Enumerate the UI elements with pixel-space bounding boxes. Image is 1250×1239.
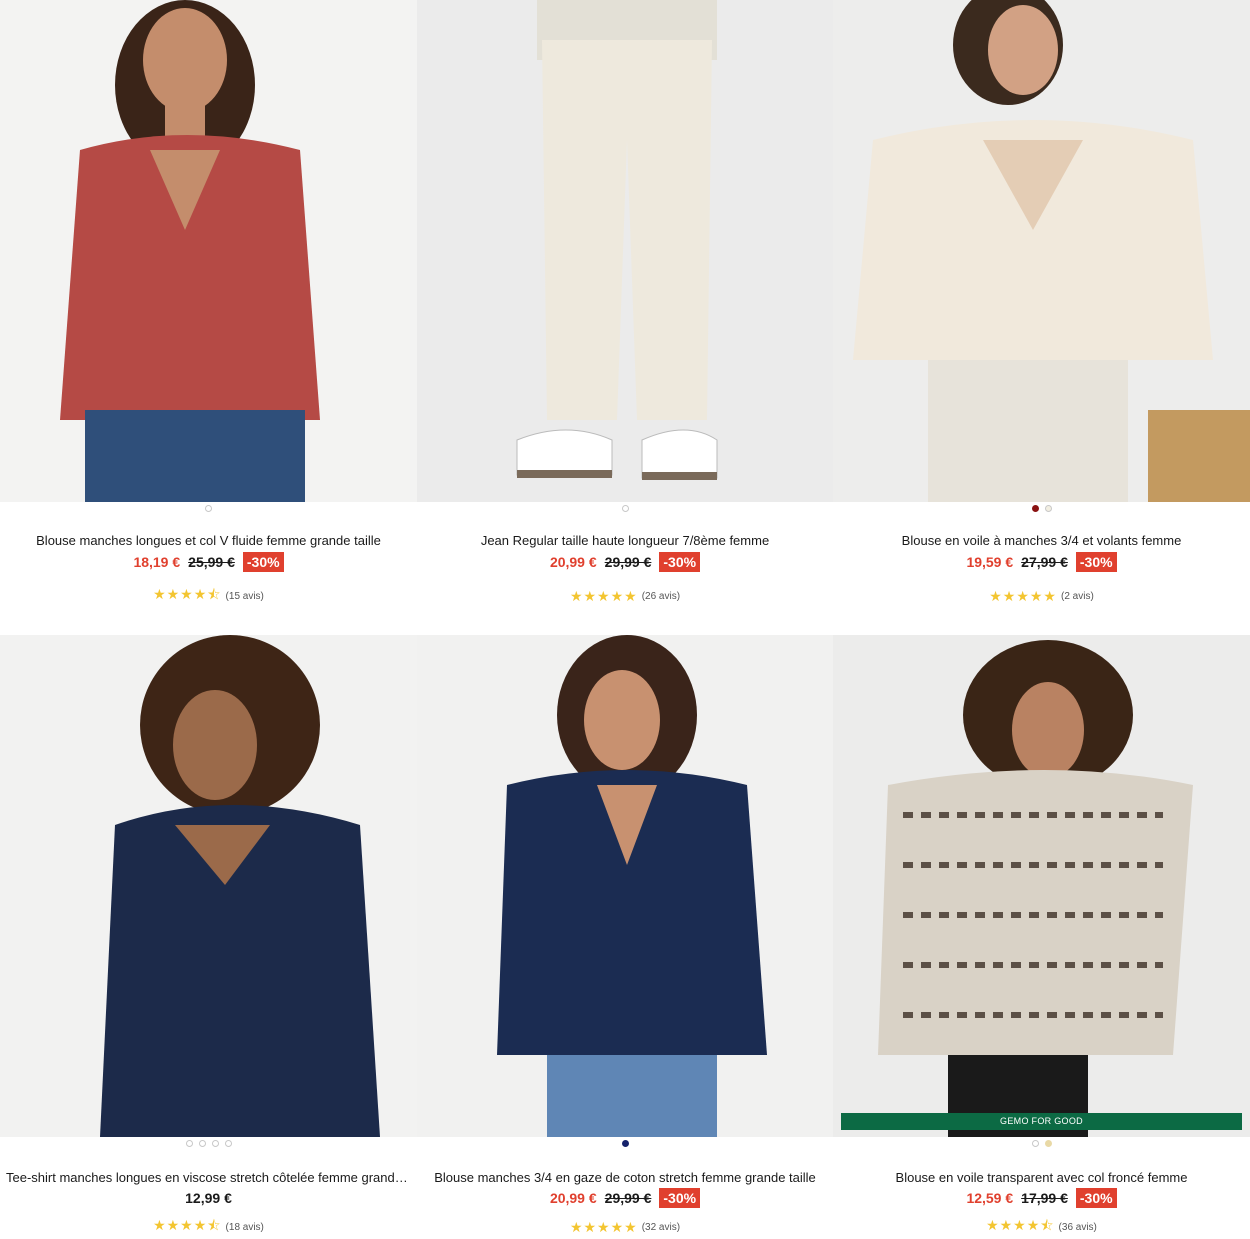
price-block: 19,59 € 27,99 € -30%: [833, 552, 1250, 572]
discount-badge: -30%: [659, 1188, 701, 1208]
color-swatches: [417, 505, 833, 513]
color-swatches: [833, 1140, 1250, 1148]
product-title[interactable]: Blouse manches longues et col V fluide f…: [6, 533, 411, 548]
sale-price: 12,59 €: [966, 1190, 1014, 1206]
review-count: (2 avis): [1060, 590, 1094, 602]
review-count: (36 avis): [1058, 1221, 1097, 1233]
sale-price: 19,59 €: [966, 554, 1014, 570]
color-swatch[interactable]: [198, 1140, 206, 1147]
discount-badge: -30%: [659, 552, 701, 572]
product-card[interactable]: GEMO FOR GOOD Blouse en voile transparen…: [833, 635, 1250, 1239]
product-card[interactable]: Blouse manches 3/4 en gaze de coton stre…: [417, 635, 833, 1239]
discount-badge: -30%: [242, 552, 284, 572]
star-rating-icon: ★★★★★: [569, 1218, 638, 1235]
price-block: 20,99 € 29,99 € -30%: [417, 552, 833, 572]
rating[interactable]: ★★★★★ (2 avis): [833, 588, 1250, 604]
color-swatch[interactable]: [621, 1140, 629, 1147]
product-image[interactable]: GEMO FOR GOOD: [833, 635, 1250, 1137]
rating[interactable]: ★★★★⯪ (15 avis): [0, 586, 417, 604]
review-count: (18 avis): [225, 1221, 264, 1233]
price-block: 12,99 €: [0, 1188, 417, 1208]
product-image[interactable]: [0, 0, 417, 502]
sale-price: 20,99 €: [549, 1190, 597, 1206]
color-swatch[interactable]: [205, 505, 212, 512]
star-rating-icon: ★★★★⯪: [986, 1217, 1055, 1233]
original-price: 29,99 €: [604, 554, 652, 570]
price-block: 18,19 € 25,99 € -30%: [0, 552, 417, 572]
price-block: 20,99 € 29,99 € -30%: [417, 1188, 833, 1208]
original-price: 25,99 €: [188, 554, 235, 570]
original-price: 17,99 €: [1021, 1190, 1068, 1206]
discount-badge: -30%: [1075, 552, 1117, 572]
product-image[interactable]: [833, 0, 1250, 502]
star-rating-icon: ★★★★⯪: [153, 586, 222, 602]
color-swatches: [0, 505, 417, 513]
product-title[interactable]: Blouse en voile à manches 3/4 et volants…: [839, 533, 1244, 548]
review-count: (26 avis): [641, 590, 681, 602]
star-rating-icon: ★★★★★: [569, 587, 638, 604]
product-card[interactable]: Jean Regular taille haute longueur 7/8èm…: [417, 0, 833, 635]
rating[interactable]: ★★★★★ (32 avis): [417, 1219, 833, 1235]
review-count: (15 avis): [225, 590, 264, 602]
price: 12,99 €: [185, 1190, 232, 1206]
color-swatch[interactable]: [1031, 505, 1039, 512]
product-image[interactable]: [0, 635, 417, 1137]
product-title[interactable]: Blouse manches 3/4 en gaze de coton stre…: [423, 1170, 827, 1185]
product-title[interactable]: Tee-shirt manches longues en viscose str…: [6, 1170, 411, 1185]
color-swatch[interactable]: [224, 1140, 232, 1147]
review-count: (32 avis): [641, 1221, 681, 1233]
price-block: 12,59 € 17,99 € -30%: [833, 1188, 1250, 1208]
product-title[interactable]: Jean Regular taille haute longueur 7/8èm…: [423, 533, 827, 548]
rating[interactable]: ★★★★⯪ (18 avis): [0, 1217, 417, 1235]
color-swatches: [417, 1140, 833, 1148]
star-rating-icon: ★★★★★: [989, 587, 1057, 604]
discount-badge: -30%: [1075, 1188, 1117, 1208]
color-swatch[interactable]: [1031, 1140, 1039, 1147]
original-price: 27,99 €: [1021, 554, 1068, 570]
color-swatch[interactable]: [621, 505, 629, 512]
product-image[interactable]: [417, 635, 833, 1137]
color-swatch[interactable]: [211, 1140, 219, 1147]
product-card[interactable]: Blouse manches longues et col V fluide f…: [0, 0, 417, 635]
color-swatch[interactable]: [1044, 1140, 1052, 1147]
rating[interactable]: ★★★★⯪ (36 avis): [833, 1217, 1250, 1235]
rating[interactable]: ★★★★★ (26 avis): [417, 588, 833, 604]
color-swatches: [833, 505, 1250, 513]
color-swatch[interactable]: [1044, 505, 1052, 512]
star-rating-icon: ★★★★⯪: [153, 1217, 222, 1233]
color-swatches: [0, 1140, 417, 1148]
product-title[interactable]: Blouse en voile transparent avec col fro…: [839, 1170, 1244, 1185]
sale-price: 18,19 €: [133, 554, 181, 570]
product-card[interactable]: Blouse en voile à manches 3/4 et volants…: [833, 0, 1250, 635]
gemo-for-good-badge: GEMO FOR GOOD: [841, 1113, 1242, 1130]
sale-price: 20,99 €: [549, 554, 597, 570]
product-card[interactable]: Tee-shirt manches longues en viscose str…: [0, 635, 417, 1239]
product-image[interactable]: [417, 0, 833, 502]
color-swatch[interactable]: [185, 1140, 193, 1147]
original-price: 29,99 €: [604, 1190, 652, 1206]
